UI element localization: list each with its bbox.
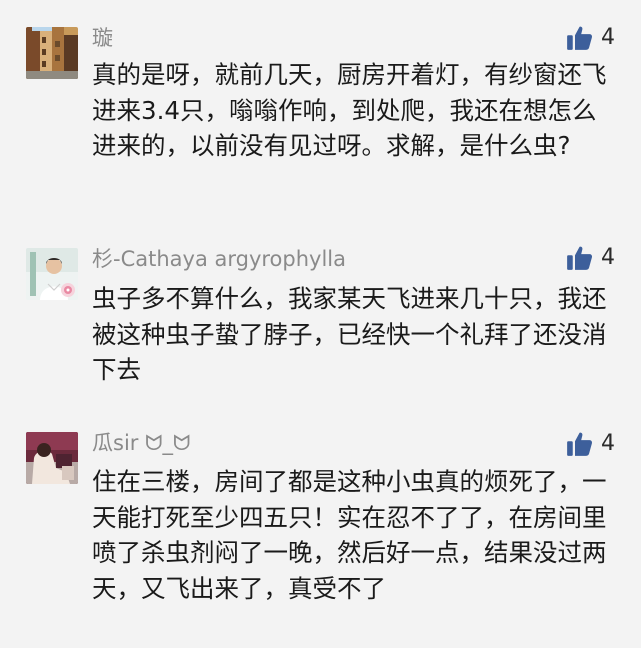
username[interactable]: 瓜sir ᗢ_ᗢ <box>92 430 190 456</box>
like-count: 4 <box>601 431 615 456</box>
comment-item: 瓜sir ᗢ_ᗢ 4 住在三楼，房间了都是这种小虫真的烦死了，一天能打死至少四五… <box>0 0 641 648</box>
like-button[interactable]: 4 <box>566 430 636 458</box>
avatar[interactable] <box>26 432 78 484</box>
comment-text: 住在三楼，房间了都是这种小虫真的烦死了，一天能打死至少四五只！实在忍不了了，在房… <box>92 467 607 603</box>
thumbs-up-icon <box>567 432 593 456</box>
